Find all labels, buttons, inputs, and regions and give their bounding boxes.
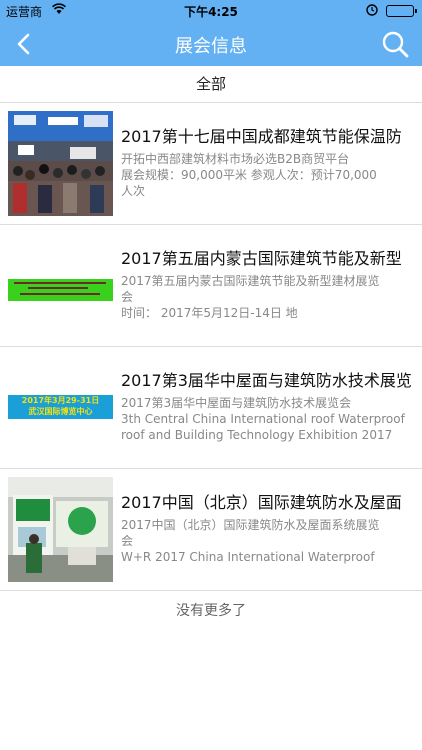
nav-bar: 展会信息	[0, 22, 422, 66]
exhibition-title: 2017第十七届中国成都建筑节能保温防	[121, 127, 402, 146]
exhibition-description: 开拓中西部建筑材料市场必选B2B商贸平台 展会规模：90,000平米 参观人次：…	[121, 152, 377, 198]
list-item[interactable]: 2017中国（北京）国际建筑防水及屋面 2017中国（北京）国际建筑防水及屋面系…	[0, 469, 422, 591]
exhibition-title: 2017第五届内蒙古国际建筑节能及新型	[121, 249, 402, 268]
exhibition-description: 2017第3届华中屋面与建筑防水技术展览会 3th Central China …	[121, 396, 405, 442]
exhibition-list: 2017第十七届中国成都建筑节能保温防 开拓中西部建筑材料市场必选B2B商贸平台…	[0, 103, 422, 591]
search-icon[interactable]	[380, 29, 410, 59]
list-item[interactable]: 2017第十七届中国成都建筑节能保温防 开拓中西部建筑材料市场必选B2B商贸平台…	[0, 103, 422, 225]
status-time: 下午4:25	[184, 5, 238, 19]
category-filter[interactable]: 全部	[0, 66, 422, 103]
list-item[interactable]: 2017年3月29-31日 武汉国际博览中心 2017第3届华中屋面与建筑防水技…	[0, 347, 422, 469]
exhibition-banner	[8, 233, 113, 338]
battery-icon	[386, 5, 417, 17]
exhibition-banner: 2017年3月29-31日 武汉国际博览中心	[8, 355, 113, 460]
alarm-icon	[366, 4, 378, 19]
page-title: 展会信息	[175, 36, 247, 57]
exhibition-photo	[8, 111, 113, 216]
status-bar: 运营商 下午4:25	[0, 0, 422, 22]
exhibition-title: 2017中国（北京）国际建筑防水及屋面	[121, 493, 402, 512]
exhibition-title: 2017第3届华中屋面与建筑防水技术展览	[121, 371, 412, 390]
list-item[interactable]: 2017第五届内蒙古国际建筑节能及新型 2017第五届内蒙古国际建筑节能及新型建…	[0, 225, 422, 347]
exhibition-description: 2017中国（北京）国际建筑防水及屋面系统展览 会 W+R 2017 China…	[121, 518, 380, 564]
exhibition-description: 2017第五届内蒙古国际建筑节能及新型建材展览 会 时间： 2017年5月12日…	[121, 274, 380, 320]
no-more-label: 没有更多了	[176, 603, 246, 619]
exhibition-photo	[8, 477, 113, 582]
